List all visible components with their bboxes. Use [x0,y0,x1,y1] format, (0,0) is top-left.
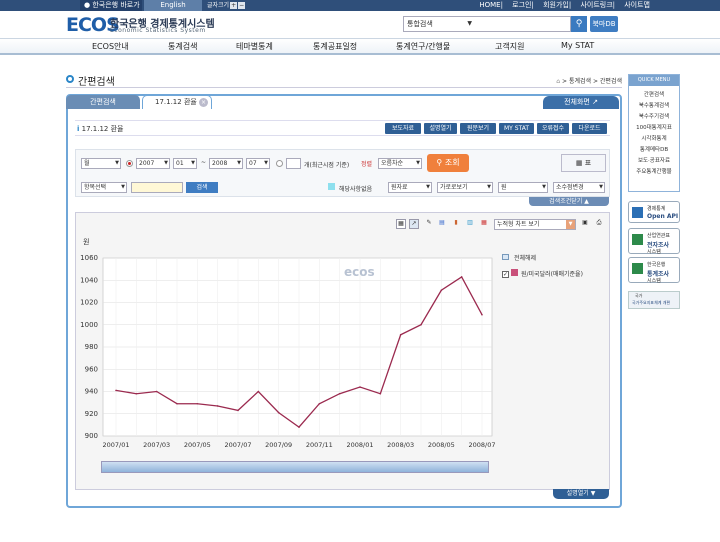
data-point [257,390,260,393]
y-tick-label: 920 [85,410,98,418]
x-tick-label: 2008/03 [387,441,414,449]
y-tick-label: 900 [85,432,98,440]
quick-menu: QUICK MENU 간편검색 북수통계검색 북수주기검색 100대통계지표 시각화통계… [628,74,680,192]
data-point [176,402,178,405]
data-point [216,405,219,407]
data-point [481,313,483,316]
legend-item-usd[interactable]: ✓ 원/미국달러(매매기준율) [502,269,583,278]
data-point [318,402,321,405]
survey-icon [632,263,643,274]
deselect-icon [502,254,509,260]
data-point [196,402,199,405]
data-point [440,289,443,292]
stat-survey-banner[interactable]: 한국은행 통계조사 시스템 [628,257,680,284]
quick-menu-item[interactable]: 북수주기검색 [629,112,679,123]
data-point [379,392,382,395]
data-point [277,411,280,414]
quick-menu-item[interactable]: 주요통계간행물 [629,167,679,178]
legend-swatch [511,269,518,276]
y-tick-label: 1040 [80,276,98,284]
data-point [135,392,138,395]
y-tick-label: 960 [85,365,98,373]
y-tick-label: 1000 [80,321,98,329]
x-tick-label: 2007/01 [102,441,129,449]
x-tick-label: 2007/07 [224,441,251,449]
x-tick-label: 2007/03 [143,441,170,449]
quick-menu-item[interactable]: 보도·공표자료 [629,156,679,167]
legend-checkbox[interactable]: ✓ [502,271,509,278]
y-tick-label: 940 [85,388,98,396]
data-point [338,392,341,395]
x-tick-label: 2008/05 [428,441,455,449]
data-point [115,389,117,392]
quick-menu-item[interactable]: 시각화통계 [629,134,679,145]
quick-menu-item[interactable]: 북수통계검색 [629,101,679,112]
description-toggle-button[interactable]: 설명열기 ▼ [553,489,609,499]
quick-menu-item[interactable]: 간편검색 [629,90,679,101]
data-point [359,386,361,388]
chart-range-scrollbar[interactable] [101,461,489,473]
x-tick-label: 2007/05 [184,441,211,449]
data-point [399,333,402,336]
data-point [298,426,300,428]
bar-chart-icon [632,234,643,245]
data-point [460,276,463,278]
national-indicator-banner[interactable]: 국가 국가주요지표체계 개편 [628,291,680,309]
x-tick-label: 2007/09 [265,441,292,449]
data-point [155,390,158,393]
watermark-logo: ecos [344,265,375,279]
quick-menu-item[interactable]: 통계메타DB [629,145,679,156]
data-point [237,409,239,412]
y-tick-label: 1060 [80,254,98,262]
y-tick-label: 1020 [80,299,98,307]
y-axis-unit: 원 [83,237,89,246]
quick-menu-item[interactable]: 100대통계지표 [629,123,679,134]
x-tick-label: 2008/07 [468,441,495,449]
x-tick-label: 2008/01 [346,441,373,449]
x-tick-label: 2007/11 [306,441,333,449]
api-icon [632,207,643,218]
legend-deselect-all[interactable]: 전체해제 [502,253,536,262]
y-tick-label: 980 [85,343,98,351]
open-api-banner[interactable]: 경제통계 Open API [628,201,680,223]
io-survey-banner[interactable]: 산업연관표 전자조사 시스템 [628,228,680,255]
data-point [420,323,422,326]
quick-menu-title: QUICK MENU [629,75,679,86]
chevron-down-icon: ▼ [590,490,596,497]
